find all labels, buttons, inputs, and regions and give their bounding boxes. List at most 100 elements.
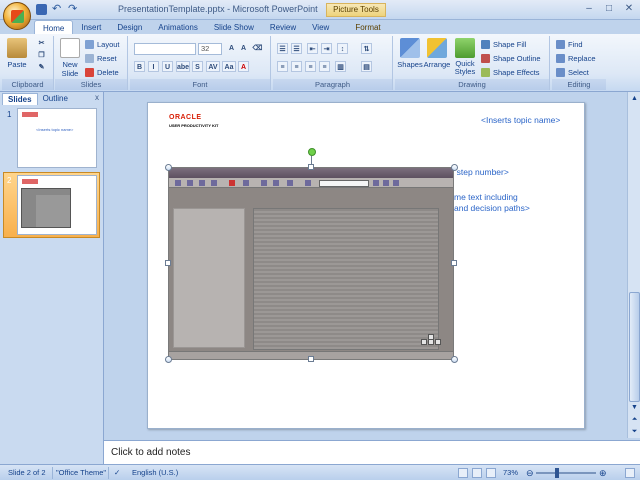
undo-icon[interactable]: ↶ <box>52 4 63 15</box>
close-button[interactable]: ✕ <box>622 3 636 15</box>
resize-handle-w[interactable] <box>165 260 171 266</box>
quick-styles-button[interactable]: Quick Styles <box>453 38 477 76</box>
scroll-down-icon[interactable]: ▼ <box>629 402 640 413</box>
notes-pane[interactable]: Click to add notes <box>104 440 640 464</box>
shadow-button[interactable]: S <box>192 61 203 72</box>
body-text-line-2[interactable]: and decision paths> <box>454 203 530 213</box>
drawing-group: Shapes Arrange Quick Styles Shape Fill S… <box>395 36 550 90</box>
rotation-handle[interactable] <box>308 148 316 156</box>
next-slide-icon[interactable]: ⏷ <box>629 426 640 437</box>
find-button[interactable]: Find <box>556 40 583 49</box>
tab-slide-show[interactable]: Slide Show <box>206 20 262 35</box>
window-title: PresentationTemplate.pptx - Microsoft Po… <box>118 4 318 14</box>
align-text-icon[interactable]: ▤ <box>361 61 372 72</box>
resize-handle-se[interactable] <box>451 356 458 363</box>
shape-fill-button[interactable]: Shape Fill <box>481 40 526 49</box>
align-center-icon[interactable]: ≡ <box>291 61 302 72</box>
tab-view[interactable]: View <box>304 20 337 35</box>
zoom-out-icon[interactable]: ⊖ <box>526 468 534 479</box>
tab-animations[interactable]: Animations <box>150 20 206 35</box>
shape-effects-button[interactable]: Shape Effects <box>481 68 540 77</box>
normal-view-icon[interactable] <box>458 468 468 478</box>
tab-slides-pane[interactable]: Slides <box>2 93 38 105</box>
decrease-indent-icon[interactable]: ⇤ <box>307 43 318 54</box>
new-slide-button[interactable]: New Slide <box>57 38 83 78</box>
columns-icon[interactable]: ▥ <box>335 61 346 72</box>
selected-screenshot-picture[interactable] <box>168 167 454 360</box>
resize-handle-n[interactable] <box>308 164 314 170</box>
italic-button[interactable]: I <box>148 61 159 72</box>
office-button[interactable] <box>3 2 31 30</box>
char-spacing-button[interactable]: AV <box>206 61 220 72</box>
layout-button[interactable]: Layout <box>85 40 120 49</box>
editing-group: Find Replace Select Editing <box>552 36 606 90</box>
slide-sorter-icon[interactable] <box>472 468 482 478</box>
picture-nav-control <box>421 334 441 350</box>
tab-design[interactable]: Design <box>109 20 150 35</box>
close-pane-icon[interactable]: x <box>95 93 99 102</box>
slide-thumbnail-2[interactable] <box>17 175 97 235</box>
tab-home[interactable]: Home <box>34 20 74 35</box>
zoom-level[interactable]: 73% <box>503 468 518 477</box>
vertical-scrollbar[interactable]: ▲ ▼ ⏶ ⏷ <box>627 92 640 438</box>
increase-indent-icon[interactable]: ⇥ <box>321 43 332 54</box>
justify-icon[interactable]: ≡ <box>319 61 330 72</box>
shrink-font-icon[interactable]: A <box>238 43 249 54</box>
paste-button[interactable]: Paste <box>6 38 28 69</box>
zoom-in-icon[interactable]: ⊕ <box>599 468 607 479</box>
line-spacing-icon[interactable]: ↕ <box>337 43 348 54</box>
clear-format-icon[interactable]: ⌫ <box>252 43 263 54</box>
zoom-slider[interactable] <box>536 472 596 474</box>
fit-to-window-icon[interactable] <box>625 468 635 478</box>
tab-format[interactable]: Format <box>347 20 388 35</box>
strikethrough-button[interactable]: abe <box>176 61 190 72</box>
spell-check-icon[interactable]: ✓ <box>114 468 120 477</box>
bold-button[interactable]: B <box>134 61 145 72</box>
align-left-icon[interactable]: ≡ <box>277 61 288 72</box>
font-color-button[interactable]: A <box>238 61 249 72</box>
language-status[interactable]: English (U.S.) <box>132 468 178 477</box>
shapes-button[interactable]: Shapes <box>397 38 423 69</box>
arrange-button[interactable]: Arrange <box>423 38 451 69</box>
text-direction-icon[interactable]: ⇅ <box>361 43 372 54</box>
cut-icon[interactable]: ✂ <box>36 38 47 49</box>
font-name-combo[interactable] <box>134 43 196 55</box>
grow-font-icon[interactable]: A <box>226 43 237 54</box>
resize-handle-ne[interactable] <box>451 164 458 171</box>
tab-outline-pane[interactable]: Outline <box>38 93 73 105</box>
shape-outline-button[interactable]: Shape Outline <box>481 54 541 63</box>
align-right-icon[interactable]: ≡ <box>305 61 316 72</box>
tab-review[interactable]: Review <box>262 20 304 35</box>
select-button[interactable]: Select <box>556 68 589 77</box>
font-size-combo[interactable]: 32 <box>198 43 222 55</box>
bullets-icon[interactable]: ☰ <box>277 43 288 54</box>
change-case-button[interactable]: Aa <box>222 61 236 72</box>
resize-handle-e[interactable] <box>451 260 457 266</box>
replace-button[interactable]: Replace <box>556 54 596 63</box>
resize-handle-s[interactable] <box>308 356 314 362</box>
delete-button[interactable]: Delete <box>85 68 119 77</box>
topic-placeholder[interactable]: <Inserts topic name> <box>481 115 560 125</box>
scroll-thumb[interactable] <box>629 292 640 402</box>
copy-icon[interactable]: ❐ <box>36 50 47 61</box>
numbering-icon[interactable]: ☰ <box>291 43 302 54</box>
shape-effects-icon <box>481 68 490 77</box>
redo-icon[interactable]: ↷ <box>68 4 79 15</box>
body-text-line-1[interactable]: me text including <box>454 192 518 202</box>
editing-label: Editing <box>552 79 606 90</box>
step-placeholder[interactable]: s step number> <box>450 167 509 177</box>
scroll-up-icon[interactable]: ▲ <box>629 93 640 104</box>
slide-show-icon[interactable] <box>486 468 496 478</box>
resize-handle-nw[interactable] <box>165 164 172 171</box>
resize-handle-sw[interactable] <box>165 356 172 363</box>
zoom-slider-knob[interactable] <box>555 468 559 478</box>
format-painter-icon[interactable]: ✎ <box>36 62 47 73</box>
minimize-button[interactable]: – <box>582 3 596 15</box>
reset-button[interactable]: Reset <box>85 54 117 63</box>
underline-button[interactable]: U <box>162 61 173 72</box>
maximize-button[interactable]: □ <box>602 3 616 15</box>
save-icon[interactable] <box>36 4 47 15</box>
previous-slide-icon[interactable]: ⏶ <box>629 414 640 425</box>
slide-thumbnail-1[interactable]: <Inserts topic name> <box>17 108 97 168</box>
tab-insert[interactable]: Insert <box>73 20 109 35</box>
